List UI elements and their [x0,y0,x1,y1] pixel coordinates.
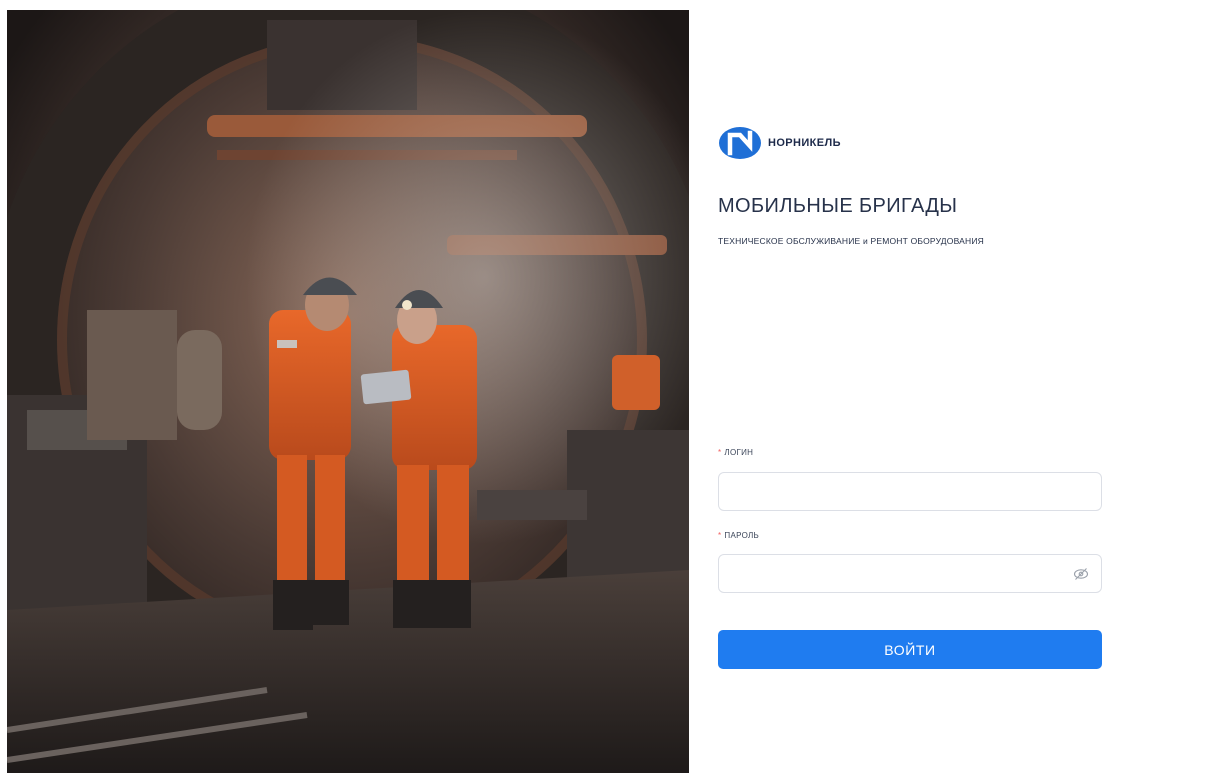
password-label: * ПАРОЛЬ [718,531,759,540]
hero-image [7,10,689,773]
required-mark: * [718,531,722,540]
password-input[interactable] [719,555,1101,592]
app-subtitle: ТЕХНИЧЕСКОЕ ОБСЛУЖИВАНИЕ и РЕМОНТ ОБОРУД… [718,236,985,246]
app-title: МОБИЛЬНЫЕ БРИГАДЫ [718,195,958,217]
nornickel-logo-icon [719,127,761,159]
login-submit-button[interactable]: ВОЙТИ [718,630,1102,669]
login-panel: НОРНИКЕЛЬ МОБИЛЬНЫЕ БРИГАДЫ ТЕХНИЧЕСКОЕ … [718,0,1178,773]
required-mark: * [718,448,722,457]
brand-name: НОРНИКЕЛЬ [768,137,841,149]
password-field[interactable] [718,554,1102,593]
eye-slash-icon[interactable] [1073,567,1089,581]
login-label-text: ЛОГИН [724,448,754,457]
login-field[interactable] [718,472,1102,511]
password-label-text: ПАРОЛЬ [724,531,760,540]
login-page: НОРНИКЕЛЬ МОБИЛЬНЫЕ БРИГАДЫ ТЕХНИЧЕСКОЕ … [0,0,1215,773]
brand-logo: НОРНИКЕЛЬ [718,126,841,160]
login-label: * ЛОГИН [718,448,753,457]
login-input[interactable] [719,473,1101,510]
mine-tunnel-illustration [7,10,689,773]
